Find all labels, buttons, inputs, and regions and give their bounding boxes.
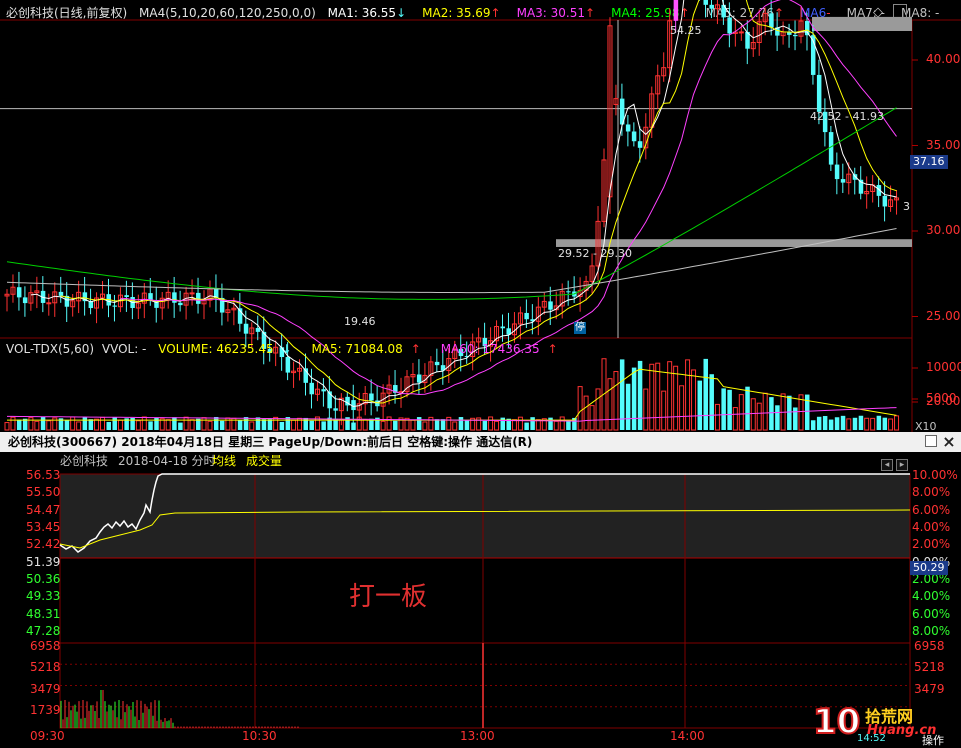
intraday-right-pct: 6.00% xyxy=(912,606,951,621)
intraday-left-vol: 5218 xyxy=(30,660,61,675)
intraday-current-tag: 50.29 xyxy=(910,561,948,575)
intraday-time-tick: 14:00 xyxy=(670,729,705,743)
intraday-left-price: 47.28 xyxy=(26,624,61,638)
intraday-left-price: 55.50 xyxy=(26,485,61,500)
intraday-right-vol: 3479 xyxy=(914,681,945,696)
intraday-right-pct: 4.00% xyxy=(912,589,951,604)
intraday-right-vol: 6958 xyxy=(914,639,945,653)
intraday-left-price: 54.47 xyxy=(26,502,61,517)
intraday-annotation: 打一板 xyxy=(349,582,428,612)
intraday-right-pct: 10.00% xyxy=(912,468,958,482)
intraday-left-price: 48.31 xyxy=(26,606,61,621)
intraday-left-price: 56.53 xyxy=(26,468,61,482)
intraday-left-vol: 3479 xyxy=(30,681,61,696)
watermark-logo: 10 拾荒网 Huang.cn xyxy=(812,702,953,742)
intraday-right-pct: 6.00% xyxy=(912,502,951,517)
intraday-upper-shade xyxy=(60,474,910,558)
intraday-left-vol: 1739 xyxy=(30,702,61,717)
intraday-left-price: 51.39 xyxy=(26,554,61,569)
intraday-left-vol: 6958 xyxy=(30,639,61,653)
intraday-chart[interactable] xyxy=(0,0,961,747)
intraday-right-pct: 4.00% xyxy=(912,520,951,534)
intraday-right-pct: 2.00% xyxy=(912,537,951,552)
intraday-right-pct: 8.00% xyxy=(912,485,951,500)
logo-site: Huang.cn xyxy=(867,723,937,738)
intraday-left-price: 53.45 xyxy=(26,520,61,534)
intraday-right-vol: 5218 xyxy=(914,660,945,675)
intraday-time-tick: 10:30 xyxy=(242,729,277,743)
intraday-time-tick: 09:30 xyxy=(30,729,65,743)
intraday-left-price: 52.42 xyxy=(26,537,61,552)
intraday-left-price: 49.33 xyxy=(26,589,61,604)
logo-number: 10 xyxy=(812,702,861,742)
intraday-time-tick: 13:00 xyxy=(460,729,495,743)
intraday-right-pct: 8.00% xyxy=(912,624,951,638)
intraday-left-price: 50.36 xyxy=(26,572,61,586)
